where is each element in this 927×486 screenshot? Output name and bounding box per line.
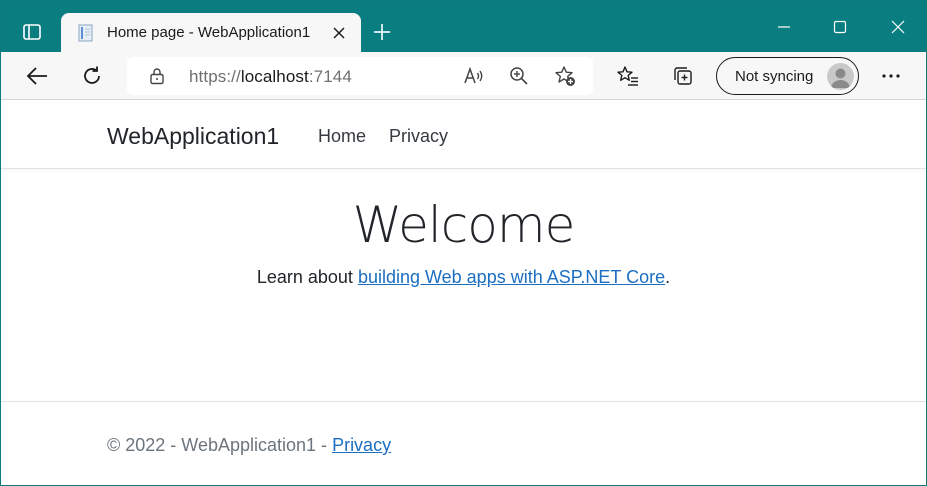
intro-prefix: Learn about [256, 267, 358, 287]
refresh-button[interactable] [74, 58, 110, 94]
settings-more-button[interactable] [873, 58, 909, 94]
profile-button[interactable]: Not syncing [716, 57, 859, 95]
nav-link-privacy[interactable]: Privacy [389, 126, 448, 147]
title-bar: Home page - WebApplication1 [1, 1, 926, 52]
footer-divider [1, 401, 926, 402]
close-icon [891, 20, 905, 34]
docs-link[interactable]: building Web apps with ASP.NET Core [358, 267, 665, 287]
url-port: :7144 [308, 67, 352, 86]
close-tab-button[interactable] [329, 23, 349, 43]
maximize-button[interactable] [817, 9, 863, 45]
maximize-icon [833, 20, 847, 34]
plus-icon [373, 23, 391, 41]
address-bar[interactable]: https://localhost:7144 [127, 57, 593, 95]
back-button[interactable] [19, 58, 55, 94]
site-navbar: WebApplication1 Home Privacy [1, 101, 926, 169]
tab-active[interactable]: Home page - WebApplication1 [61, 13, 361, 52]
favorites-button[interactable] [610, 58, 646, 94]
add-favorite-button[interactable] [553, 64, 577, 88]
site-brand-link[interactable]: WebApplication1 [107, 123, 279, 150]
browser-toolbar: https://localhost:7144 Not syncing [1, 52, 926, 100]
intro-suffix: . [665, 267, 671, 287]
collections-icon [672, 65, 694, 87]
url-scheme: https:// [189, 67, 241, 86]
page-title: Welcome [352, 196, 576, 254]
url-host: localhost [240, 67, 309, 86]
footer-privacy-link[interactable]: Privacy [332, 435, 391, 455]
arrow-left-icon [26, 66, 48, 86]
refresh-icon [81, 65, 103, 87]
site-footer: © 2022 - WebApplication1 - Privacy [107, 435, 391, 456]
lock-icon[interactable] [147, 66, 167, 86]
close-icon [333, 27, 345, 39]
nav-link-home[interactable]: Home [318, 126, 366, 147]
minimize-button[interactable] [761, 9, 807, 45]
avatar [827, 63, 854, 90]
new-tab-button[interactable] [367, 17, 397, 47]
more-horizontal-icon [881, 73, 901, 79]
tab-actions-icon [22, 22, 42, 42]
profile-status: Not syncing [735, 68, 814, 85]
web-page: WebApplication1 Home Privacy Welcome Lea… [1, 101, 926, 485]
tab-title: Home page - WebApplication1 [107, 24, 311, 41]
star-add-icon [554, 65, 576, 87]
favorites-list-icon [617, 65, 639, 87]
collections-button[interactable] [665, 58, 701, 94]
zoom-button[interactable] [507, 64, 531, 88]
browser-window: Home page - WebApplication1 https://loca… [0, 0, 927, 486]
read-aloud-button[interactable] [462, 64, 486, 88]
minimize-icon [777, 20, 791, 34]
close-window-button[interactable] [875, 9, 921, 45]
footer-text: © 2022 - WebApplication1 - [107, 435, 333, 455]
intro-text: Learn about building Web apps with ASP.N… [1, 267, 926, 288]
tab-actions-button[interactable] [13, 15, 51, 49]
url-text[interactable]: https://localhost:7144 [189, 67, 352, 87]
page-icon [76, 23, 96, 43]
read-aloud-icon [463, 66, 485, 86]
zoom-in-icon [509, 66, 529, 86]
